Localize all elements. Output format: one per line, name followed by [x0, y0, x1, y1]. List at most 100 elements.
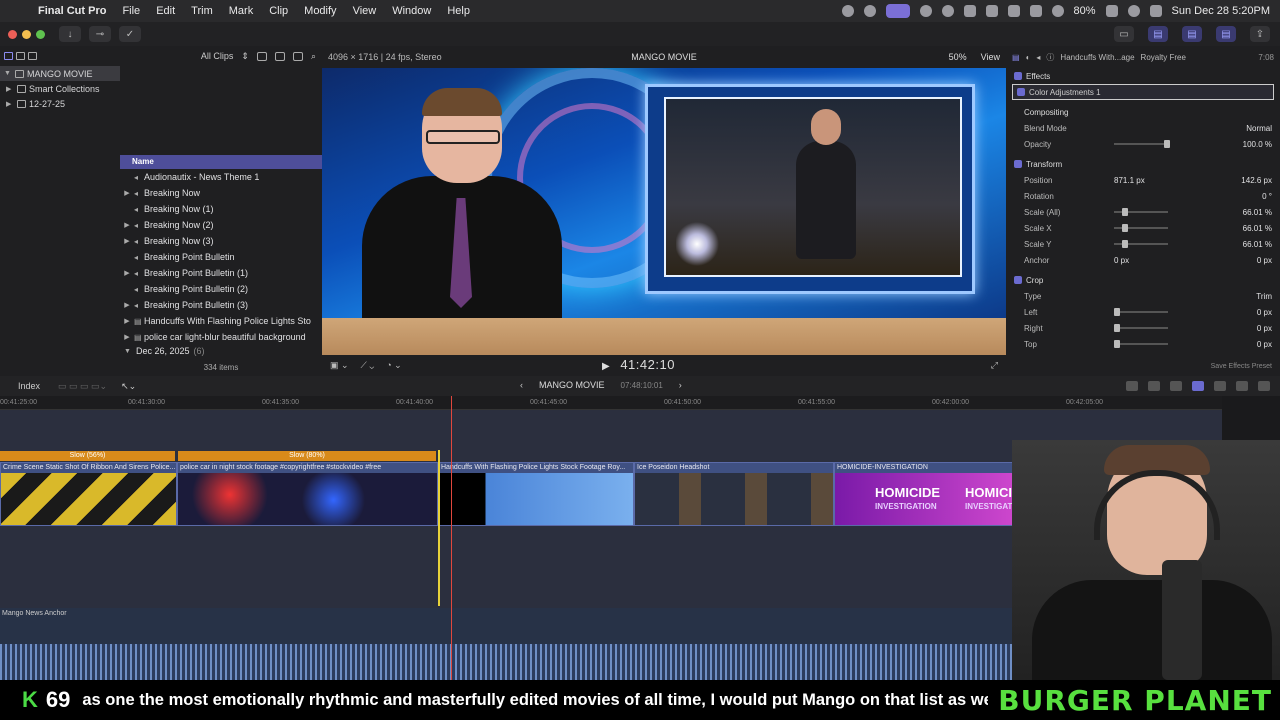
speed-bar[interactable]: Slow (80%) [178, 451, 436, 461]
forward-icon[interactable]: › [679, 380, 682, 390]
share-icon[interactable]: ⇪ [1250, 26, 1270, 42]
status-app-icon[interactable] [841, 5, 854, 17]
clock[interactable]: Sun Dec 28 5:20PM [1172, 5, 1270, 17]
bluetooth-icon[interactable] [1029, 5, 1042, 17]
disclosure-icon[interactable]: ▶ [120, 269, 134, 277]
disclosure-closed-icon[interactable]: ▶ [6, 100, 14, 108]
clip-appearance-icon[interactable] [1214, 381, 1226, 391]
menu-trim[interactable]: Trim [183, 5, 221, 17]
trim-icon[interactable] [1126, 381, 1138, 391]
layout-inspector-button[interactable]: ▤ [1216, 26, 1236, 42]
transform-section[interactable]: Transform [1006, 156, 1280, 172]
menu-edit[interactable]: Edit [148, 5, 183, 17]
date-group-row[interactable]: ▼ Dec 26, 2025 (6) [120, 343, 322, 359]
menu-view[interactable]: View [345, 5, 385, 17]
menu-mark[interactable]: Mark [221, 5, 261, 17]
wifi-icon[interactable] [1051, 5, 1064, 17]
search-icon[interactable]: ⌕ [311, 51, 316, 62]
timeline-clip[interactable]: police car in night stock footage #copyr… [177, 462, 438, 526]
menu-window[interactable]: Window [384, 5, 439, 17]
filmstrip-view-icon[interactable] [274, 51, 285, 61]
list-item[interactable]: ◂ Breaking Point Bulletin [120, 249, 322, 265]
disclosure-closed-icon[interactable]: ▶ [6, 85, 14, 93]
display-icon[interactable] [985, 5, 998, 17]
crop-top-slider[interactable] [1114, 340, 1168, 348]
battery-icon[interactable] [1105, 5, 1118, 17]
opacity-value[interactable]: 100.0 % [1243, 140, 1272, 149]
speed-bar[interactable]: Slow (56%) [0, 451, 175, 461]
speed-tool-icon[interactable]: ◔ ⌄ [386, 360, 401, 371]
disclosure-icon[interactable]: ▶ [120, 221, 134, 229]
disclosure-icon[interactable]: ▶ [120, 333, 134, 341]
blend-mode-dropdown[interactable]: Normal [1246, 124, 1272, 133]
list-item[interactable]: ◂ Audionautix - News Theme 1 [120, 169, 322, 185]
crop-left-slider[interactable] [1114, 308, 1168, 316]
screen-record-icon[interactable] [885, 4, 910, 18]
app-menu[interactable]: Final Cut Pro [30, 5, 114, 17]
compositing-section[interactable]: Compositing [1006, 104, 1280, 120]
scale-y-value[interactable]: 66.01 % [1243, 240, 1272, 249]
crop-type-dropdown[interactable]: Trim [1256, 292, 1272, 301]
save-effects-preset-button[interactable]: Save Effects Preset [1211, 363, 1272, 370]
menu-clip[interactable]: Clip [261, 5, 296, 17]
disclosure-open-icon[interactable]: ▼ [124, 348, 132, 355]
back-icon[interactable]: ‹ [520, 380, 523, 390]
disclosure-icon[interactable]: ▶ [120, 301, 134, 309]
menu-modify[interactable]: Modify [296, 5, 344, 17]
list-item[interactable]: ▶ ▤ Handcuffs With Flashing Police Lights … [120, 313, 322, 329]
project-name-dropdown[interactable]: MANGO MOVIE [539, 380, 605, 390]
list-item[interactable]: ▶ ◂ Breaking Now (2) [120, 217, 322, 233]
disclosure-open-icon[interactable]: ▼ [4, 70, 12, 77]
crop-right-value[interactable]: 0 px [1257, 324, 1272, 333]
list-view-icon[interactable] [256, 51, 267, 61]
scale-y-slider[interactable] [1114, 240, 1168, 248]
audio-inspector-icon[interactable]: ◂ [1036, 53, 1040, 62]
opacity-slider[interactable] [1114, 140, 1170, 148]
inset-video-frame[interactable] [645, 84, 975, 294]
column-header-name[interactable]: Name [120, 155, 322, 169]
play-icon[interactable] [941, 5, 954, 17]
control-center-icon[interactable] [1149, 5, 1162, 17]
search-icon[interactable] [1127, 5, 1140, 17]
checkbox[interactable] [1014, 72, 1022, 80]
timeline-clip[interactable]: Ice Poseidon Headshot [634, 462, 834, 526]
skimmer[interactable] [438, 450, 440, 606]
keywords-button[interactable]: ⊸ [89, 26, 111, 42]
list-item[interactable]: ▶ ◂ Breaking Point Bulletin (1) [120, 265, 322, 281]
snapping-icon[interactable] [1192, 381, 1204, 391]
fullscreen-icon[interactable]: ⤢ [991, 360, 998, 371]
rotation-value[interactable]: 0 ° [1262, 192, 1272, 201]
transitions-icon[interactable] [1258, 381, 1270, 391]
library-root[interactable]: ▼ MANGO MOVIE [0, 66, 120, 81]
timecode-display[interactable]: ▶ 41:42:10 [602, 357, 675, 372]
zoom-dropdown[interactable]: 50% [949, 52, 967, 62]
checkbox[interactable] [1014, 160, 1022, 168]
scale-x-value[interactable]: 66.01 % [1243, 224, 1272, 233]
layout-browser-button[interactable]: ▤ [1148, 26, 1168, 42]
timeline-ruler[interactable]: 00:41:25:00 00:41:30:00 00:41:35:00 00:4… [0, 396, 1222, 410]
import-button[interactable]: ↓ [59, 26, 81, 42]
scale-all-value[interactable]: 66.01 % [1243, 208, 1272, 217]
anchor-x-value[interactable]: 0 px [1114, 256, 1129, 265]
checkbox[interactable] [1017, 88, 1025, 96]
list-item[interactable]: ◂ Breaking Now (1) [120, 201, 322, 217]
clip-appearance-icon[interactable] [292, 51, 303, 61]
select-tool-icon[interactable]: ↖⌄ [121, 381, 136, 392]
video-frame[interactable] [322, 68, 1006, 355]
timeline-clip[interactable]: Crime Scene Static Shot Of Ribbon And Si… [0, 462, 177, 526]
library-item-event[interactable]: ▶ 12-27-25 [0, 96, 120, 111]
effect-item-color-adjustments[interactable]: Color Adjustments 1 [1012, 84, 1274, 100]
effects-browser-icon[interactable] [1236, 381, 1248, 391]
edit-tools-icon[interactable]: ▭ ▭ ▭ ▭⌄ [58, 381, 107, 392]
index-button[interactable]: Index [0, 381, 58, 391]
menu-help[interactable]: Help [439, 5, 478, 17]
play-icon[interactable]: ▶ [602, 361, 610, 372]
timeline-clip[interactable]: Handcuffs With Flashing Police Lights St… [438, 462, 634, 526]
list-item[interactable]: ◂ Breaking Point Bulletin (2) [120, 281, 322, 297]
scale-x-slider[interactable] [1114, 224, 1168, 232]
scale-slider[interactable] [1114, 208, 1168, 216]
layout-timeline-button[interactable]: ▤ [1182, 26, 1202, 42]
effects-section[interactable]: Effects [1006, 68, 1280, 84]
crop-right-slider[interactable] [1114, 324, 1168, 332]
anchor-y-value[interactable]: 0 px [1257, 256, 1272, 265]
